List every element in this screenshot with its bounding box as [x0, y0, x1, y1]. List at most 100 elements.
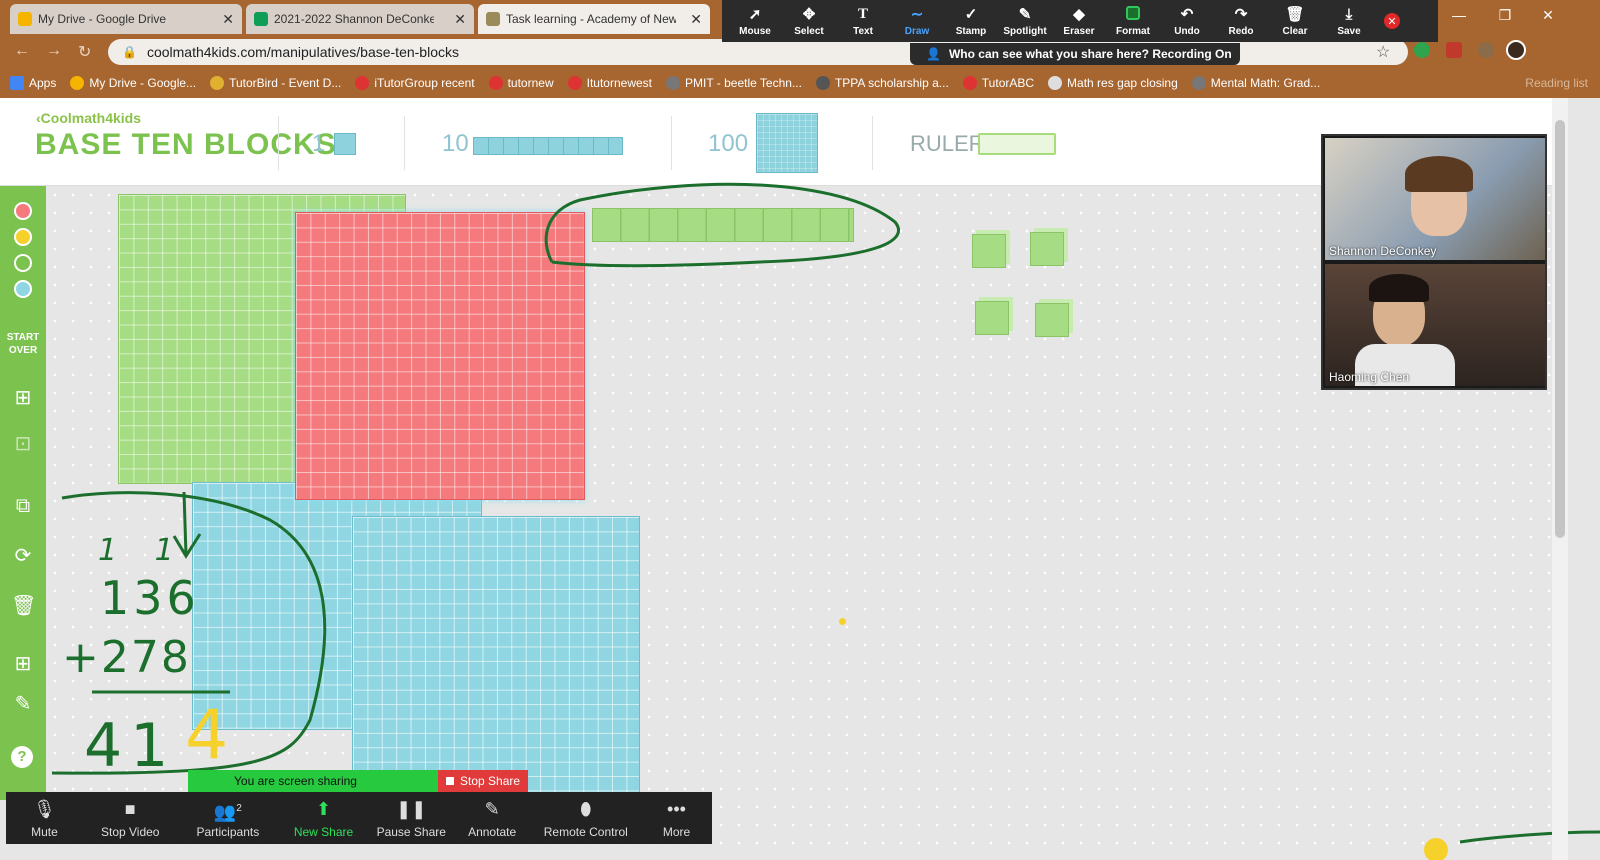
save-icon: ⤓: [1345, 5, 1353, 23]
unit-cube[interactable]: [972, 234, 1006, 268]
start-over-button[interactable]: START OVER: [2, 331, 44, 357]
page-title: BASE TEN BLOCKS: [35, 128, 337, 161]
draw-tool[interactable]: ∼ Draw: [890, 6, 944, 37]
tab-title: My Drive - Google Drive: [38, 12, 167, 26]
mouse-tool[interactable]: ➚ Mouse: [728, 6, 782, 37]
divider: [404, 116, 405, 170]
hundred-flat-blue[interactable]: [352, 516, 640, 800]
rod-block-source[interactable]: [473, 137, 623, 155]
clear-tool[interactable]: 🗑 Clear: [1268, 6, 1322, 37]
people-icon: 👥2: [213, 802, 242, 822]
stop-share-button[interactable]: Stop Share: [438, 770, 528, 792]
reading-list[interactable]: Reading list: [1525, 76, 1588, 90]
close-icon[interactable]: ✕: [454, 11, 466, 28]
scrollbar-thumb[interactable]: [1555, 120, 1565, 538]
minimize-icon[interactable]: —: [1436, 0, 1482, 30]
ruler-icon[interactable]: [978, 133, 1056, 155]
bookmark-item[interactable]: TutorBird - Event D...: [210, 76, 341, 90]
forward-icon[interactable]: →: [46, 42, 62, 60]
stamp-tool[interactable]: ✓ Stamp: [944, 6, 998, 37]
extension-icon[interactable]: [1414, 42, 1430, 58]
group-icon[interactable]: ⊞: [11, 386, 35, 410]
format-tool[interactable]: Format: [1106, 5, 1160, 37]
bookmark-item[interactable]: tutornew: [488, 76, 554, 90]
bookmark-item[interactable]: TPPA scholarship a...: [815, 76, 949, 90]
redo-tool[interactable]: ↷ Redo: [1214, 6, 1268, 37]
remote-control-button[interactable]: ⬮ Remote Control: [531, 799, 641, 839]
unit-cube[interactable]: [975, 301, 1009, 335]
extension-icon[interactable]: [1478, 42, 1494, 58]
pause-share-button[interactable]: ❚❚ Pause Share: [369, 799, 454, 839]
close-icon[interactable]: ✕: [690, 11, 702, 28]
restore-icon[interactable]: ❐: [1482, 0, 1528, 30]
color-green-swatch[interactable]: [14, 254, 32, 272]
bookmark-item[interactable]: Math res gap closing: [1048, 76, 1178, 90]
annotate-toolbar: ➚ Mouse ✥ Select T Text ∼ Draw ✓ Stamp ✎ Spotl…: [722, 0, 1438, 42]
color-yellow-swatch[interactable]: [14, 228, 32, 246]
participants-button[interactable]: 👥2 Participants: [178, 799, 279, 839]
pencil-icon[interactable]: ✎: [11, 692, 35, 716]
new-share-button[interactable]: ⬆ New Share: [278, 799, 369, 839]
globe-icon: [210, 76, 225, 90]
rotate-icon[interactable]: ⟳: [11, 544, 35, 568]
apps-icon: [10, 76, 24, 90]
bookmark-item[interactable]: TutorABC: [962, 76, 1034, 90]
video-panel[interactable]: Shannon DeConkey Haoming Chen: [1321, 134, 1547, 390]
duplicate-icon[interactable]: ⧉: [11, 494, 35, 518]
back-icon[interactable]: ←: [14, 42, 30, 60]
ungroup-icon[interactable]: ⊡: [11, 432, 35, 456]
video-tile[interactable]: Shannon DeConkey: [1325, 138, 1545, 260]
text-tool[interactable]: T Text: [836, 6, 890, 37]
calculator-icon[interactable]: ⊞: [11, 652, 35, 676]
eraser-tool[interactable]: ◆ Eraser: [1052, 6, 1106, 37]
bookmark-label: PMIT - beetle Techn...: [685, 76, 802, 90]
divider: [278, 116, 279, 170]
bookmark-item[interactable]: Apps: [10, 76, 56, 90]
tab-task-learning[interactable]: Task learning - Academy of New ✕: [478, 4, 710, 34]
unit-cube[interactable]: [1030, 232, 1064, 266]
share-notice[interactable]: 👤 Who can see what you share here? Recor…: [910, 43, 1240, 65]
lock-icon: 🔒: [122, 45, 137, 59]
ten-rod-green[interactable]: [592, 208, 854, 242]
bookmark-item[interactable]: My Drive - Google...: [70, 76, 196, 90]
close-icon[interactable]: ✕: [222, 11, 234, 28]
unit-block-source[interactable]: [334, 133, 356, 155]
save-tool[interactable]: ⤓ Save: [1322, 6, 1376, 37]
flat-block-source[interactable]: [756, 113, 818, 173]
avatar[interactable]: [1506, 40, 1526, 60]
bookmark-item[interactable]: Itutornewest: [567, 76, 652, 90]
bookmark-label: TutorBird - Event D...: [229, 76, 342, 90]
color-red-swatch[interactable]: [14, 202, 32, 220]
select-tool[interactable]: ✥ Select: [782, 6, 836, 37]
tab-google-drive[interactable]: My Drive - Google Drive ✕: [10, 4, 242, 34]
mute-button[interactable]: 🎙 Mute: [6, 799, 83, 839]
stop-video-button[interactable]: ■ Stop Video: [83, 799, 178, 839]
star-icon[interactable]: ☆: [1376, 42, 1390, 62]
tab-sheet[interactable]: 2021-2022 Shannon DeConkey - ✕: [246, 4, 474, 34]
trash-icon[interactable]: 🗑: [11, 594, 36, 618]
redo-icon: ↷: [1234, 5, 1248, 23]
camera-icon: ■: [124, 799, 136, 819]
globe-icon: [1191, 76, 1206, 90]
hundred-flat-red[interactable]: [295, 212, 585, 500]
reload-icon[interactable]: ↻: [78, 42, 91, 62]
color-blue-swatch[interactable]: [14, 280, 32, 298]
undo-tool[interactable]: ↶ Undo: [1160, 6, 1214, 37]
spotlight-tool[interactable]: ✎ Spotlight: [998, 6, 1052, 37]
bookmark-item[interactable]: PMIT - beetle Techn...: [666, 76, 802, 90]
bookmark-label: My Drive - Google...: [89, 76, 197, 90]
video-tile[interactable]: Haoming Chen: [1325, 264, 1545, 386]
coolmath-logo[interactable]: ‹Coolmath4kids: [36, 110, 141, 126]
help-icon[interactable]: ?: [11, 746, 33, 768]
annotate-button[interactable]: ✎ Annotate: [454, 799, 531, 839]
extension-icon[interactable]: [1446, 42, 1462, 58]
participant-hair: [1369, 274, 1429, 302]
unit-cube[interactable]: [1035, 303, 1069, 337]
more-button[interactable]: ••• More: [641, 799, 712, 839]
share-arrow-icon: ⬆: [315, 799, 332, 819]
window-close-icon[interactable]: ✕: [1528, 0, 1568, 30]
close-annotate-icon[interactable]: ✕: [1384, 13, 1400, 29]
bookmark-item[interactable]: iTutorGroup recent: [355, 76, 475, 90]
screen-sharing-banner: You are screen sharing: [188, 770, 438, 792]
bookmark-item[interactable]: Mental Math: Grad...: [1191, 76, 1320, 90]
